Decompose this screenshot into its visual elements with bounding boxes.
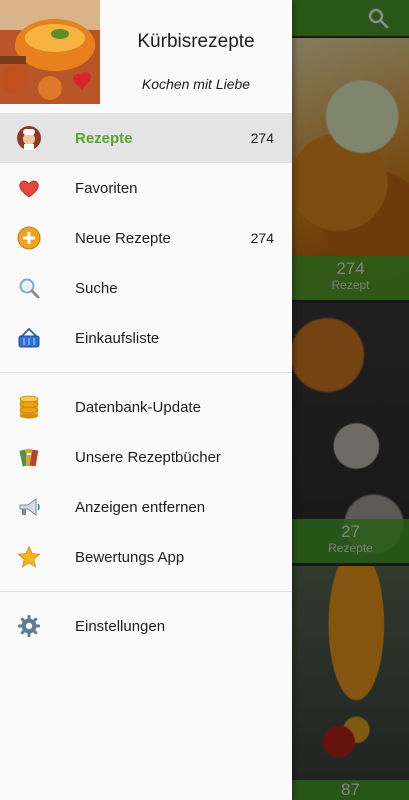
menu-count: 274 xyxy=(250,230,274,246)
menu-item-rezeptbuecher[interactable]: Unsere Rezeptbücher xyxy=(0,432,292,482)
menu-primary: Rezepte 274 Favoriten Neue Rezepte 274 S… xyxy=(0,113,292,363)
gear-icon xyxy=(17,614,41,638)
megaphone-icon xyxy=(17,495,41,519)
menu-item-datenbank-update[interactable]: Datenbank-Update xyxy=(0,382,292,432)
database-icon xyxy=(17,395,41,419)
app-subtitle: Kochen mit Liebe xyxy=(141,76,251,92)
star-icon xyxy=(17,545,41,569)
menu-label: Anzeigen entfernen xyxy=(75,498,206,516)
menu-divider xyxy=(0,591,292,592)
menu-count: 274 xyxy=(250,130,274,146)
menu-label: Rezepte xyxy=(75,129,133,147)
menu-label: Datenbank-Update xyxy=(75,398,201,416)
menu-item-neue-rezepte[interactable]: Neue Rezepte 274 xyxy=(0,213,292,263)
menu-secondary: Datenbank-Update Unsere Rezeptbücher Anz… xyxy=(0,382,292,582)
menu-label: Einstellungen xyxy=(75,617,166,635)
menu-item-rezepte[interactable]: Rezepte 274 xyxy=(0,113,292,163)
menu-label: Neue Rezepte xyxy=(75,229,171,247)
menu-item-suche[interactable]: Suche xyxy=(0,263,292,313)
menu-label: Einkaufsliste xyxy=(75,329,160,347)
chef-icon xyxy=(17,126,41,150)
menu-item-anzeigen-entfernen[interactable]: Anzeigen entfernen xyxy=(0,482,292,532)
menu-item-einstellungen[interactable]: Einstellungen xyxy=(0,601,292,651)
menu-label: Favoriten xyxy=(75,179,138,197)
books-icon xyxy=(17,445,41,469)
menu-item-einkaufsliste[interactable]: Einkaufsliste xyxy=(0,313,292,363)
menu-divider xyxy=(0,372,292,373)
menu-item-favoriten[interactable]: Favoriten xyxy=(0,163,292,213)
menu-tertiary: Einstellungen xyxy=(0,601,292,651)
menu-label: Suche xyxy=(75,279,118,297)
shopping-basket-icon xyxy=(17,326,41,350)
plus-circle-icon xyxy=(17,226,41,250)
menu-label: Unsere Rezeptbücher xyxy=(75,448,221,466)
header-image xyxy=(0,0,100,104)
app-title: Kürbisrezepte xyxy=(137,31,255,52)
drawer-header: Kürbisrezepte Kochen mit Liebe xyxy=(0,0,292,113)
menu-item-bewertungs-app[interactable]: Bewertungs App xyxy=(0,532,292,582)
heart-icon xyxy=(17,176,41,200)
menu-label: Bewertungs App xyxy=(75,548,185,566)
navigation-drawer: Kürbisrezepte Kochen mit Liebe Rezepte 2… xyxy=(0,0,292,800)
magnifier-icon xyxy=(17,276,41,300)
